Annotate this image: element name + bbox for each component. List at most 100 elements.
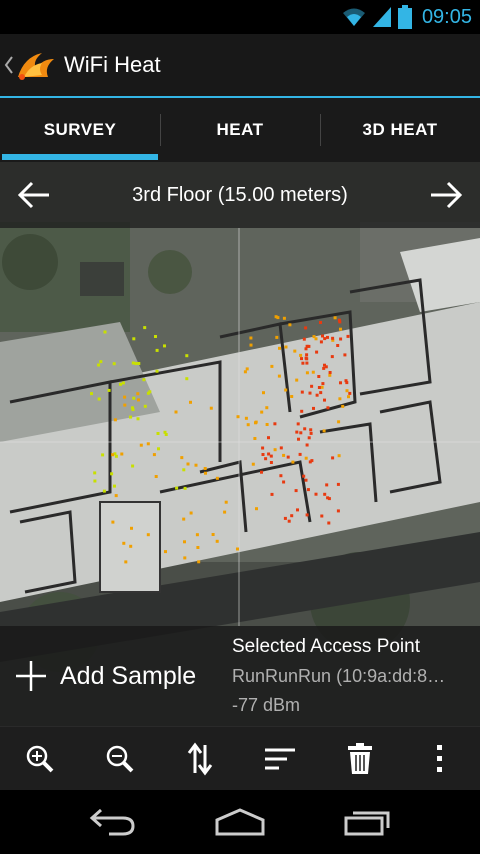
heatmap-point bbox=[328, 373, 332, 377]
heatmap-point bbox=[275, 335, 279, 339]
heatmap-point bbox=[113, 418, 117, 422]
tab-heat[interactable]: HEAT bbox=[160, 98, 320, 162]
heatmap-point bbox=[336, 482, 340, 486]
heatmap-point bbox=[286, 455, 290, 459]
heatmap-point bbox=[93, 479, 97, 483]
heatmap-point bbox=[345, 381, 349, 385]
heatmap-point bbox=[315, 393, 319, 397]
heatmap-point bbox=[183, 540, 186, 544]
zoom-out-icon bbox=[106, 745, 134, 772]
recent-apps-icon bbox=[344, 811, 390, 836]
heatmap-point bbox=[265, 406, 269, 410]
heatmap-point bbox=[129, 415, 132, 419]
heatmap-point bbox=[304, 478, 308, 482]
heatmap-point bbox=[123, 395, 127, 399]
heatmap-point bbox=[262, 391, 265, 395]
trash-icon bbox=[348, 742, 372, 774]
delete-button[interactable] bbox=[330, 729, 390, 789]
heatmap-point bbox=[283, 516, 287, 520]
heatmap-point bbox=[99, 360, 103, 364]
heatmap-point bbox=[304, 326, 308, 330]
heatmap-point bbox=[112, 362, 116, 366]
heatmap-point bbox=[314, 337, 318, 341]
heatmap-point bbox=[197, 560, 201, 564]
heatmap-point bbox=[315, 350, 319, 354]
heatmap-point bbox=[260, 410, 264, 414]
heatmap-point bbox=[277, 374, 281, 378]
tab-survey[interactable]: SURVEY bbox=[0, 98, 160, 162]
access-point-signal: -77 dBm bbox=[232, 695, 301, 715]
heatmap-point bbox=[305, 371, 309, 375]
heatmap-point bbox=[152, 453, 156, 457]
sort-lines-icon bbox=[265, 748, 295, 769]
heatmap-point bbox=[326, 406, 330, 410]
heatmap-point bbox=[328, 371, 332, 374]
zoom-in-button[interactable] bbox=[10, 729, 70, 789]
heatmap-point bbox=[346, 334, 350, 338]
heatmap-point bbox=[142, 378, 146, 382]
floor-selector: 3rd Floor (15.00 meters) bbox=[0, 162, 480, 228]
heatmap-point bbox=[320, 385, 324, 389]
app-title: WiFi Heat bbox=[64, 52, 161, 77]
up-navigation[interactable] bbox=[4, 47, 58, 83]
heatmap-point bbox=[336, 344, 340, 347]
overflow-menu-icon bbox=[437, 744, 442, 772]
heatmap-point bbox=[282, 480, 286, 484]
heatmap-point bbox=[284, 388, 288, 392]
heatmap-point bbox=[321, 382, 325, 386]
heatmap-point bbox=[347, 395, 350, 399]
next-floor-button[interactable] bbox=[426, 175, 466, 215]
heatmap-point bbox=[134, 362, 138, 366]
heatmap-point bbox=[321, 334, 324, 338]
heatmap-point bbox=[326, 335, 329, 339]
access-point-title: Selected Access Point bbox=[232, 636, 420, 657]
sort-arrows-icon bbox=[187, 742, 213, 775]
heatmap-point bbox=[236, 415, 240, 419]
heatmap-point bbox=[291, 460, 295, 464]
access-point-name: RunRunRun (10:9a:dd:8… bbox=[232, 666, 446, 686]
heatmap-point bbox=[185, 354, 189, 358]
heatmap-point bbox=[298, 452, 302, 456]
heatmap-point bbox=[348, 391, 352, 395]
heatmap-point bbox=[270, 492, 274, 496]
heatmap-point bbox=[253, 437, 257, 440]
back-button[interactable] bbox=[73, 797, 153, 847]
add-sample-button[interactable]: Add Sample bbox=[0, 626, 228, 726]
heatmap-point bbox=[185, 377, 189, 381]
heatmap-point bbox=[122, 541, 126, 545]
heatmap-point bbox=[296, 422, 300, 426]
sort-arrows-button[interactable] bbox=[170, 729, 230, 789]
heatmap-point bbox=[305, 361, 309, 365]
tab-3d-heat[interactable]: 3D HEAT bbox=[320, 98, 480, 162]
heatmap-point bbox=[290, 514, 294, 518]
selected-access-point[interactable]: Selected Access Point RunRunRun (10:9a:d… bbox=[228, 633, 474, 719]
floor-map[interactable]: 3rd Floor (15.00 meters) Add Sample Sele… bbox=[0, 162, 480, 726]
heatmap-point bbox=[282, 453, 286, 457]
arrow-right-icon bbox=[430, 181, 463, 209]
heatmap-point bbox=[124, 560, 128, 564]
recent-apps-button[interactable] bbox=[327, 797, 407, 847]
heatmap-point bbox=[343, 353, 347, 357]
previous-floor-button[interactable] bbox=[14, 175, 54, 215]
heatmap-point bbox=[156, 432, 160, 435]
heatmap-point bbox=[183, 556, 187, 560]
heatmap-point bbox=[312, 406, 315, 410]
heatmap-point bbox=[174, 410, 178, 414]
heatmap-point bbox=[183, 486, 187, 490]
wifi-icon bbox=[342, 8, 365, 26]
heatmap-point bbox=[293, 349, 297, 353]
heatmap-point bbox=[163, 344, 166, 348]
sample-panel: Add Sample Selected Access Point RunRunR… bbox=[0, 626, 480, 726]
home-button[interactable] bbox=[200, 797, 280, 847]
heatmap-point bbox=[339, 337, 343, 341]
heatmap-point bbox=[322, 366, 326, 370]
heatmap-point bbox=[224, 500, 228, 504]
heatmap-point bbox=[137, 362, 141, 365]
heatmap-point bbox=[101, 453, 105, 457]
floor-label: 3rd Floor (15.00 meters) bbox=[132, 183, 348, 206]
overflow-menu-button[interactable] bbox=[410, 729, 470, 789]
heatmap-point bbox=[310, 384, 314, 388]
zoom-out-button[interactable] bbox=[90, 729, 150, 789]
heatmap-point bbox=[317, 386, 321, 389]
sort-lines-button[interactable] bbox=[250, 729, 310, 789]
